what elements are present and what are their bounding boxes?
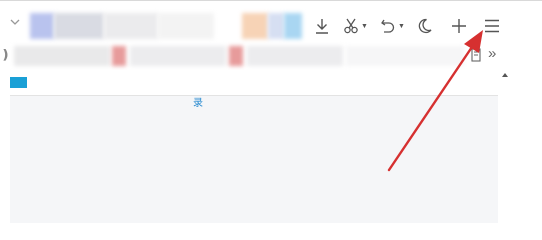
plus-icon[interactable] bbox=[450, 16, 468, 36]
bookmark-edge-icon: ❫ bbox=[0, 47, 11, 62]
page-content: 录 bbox=[10, 70, 513, 223]
chevron-down-icon[interactable] bbox=[8, 15, 22, 29]
download-icon[interactable] bbox=[314, 16, 330, 36]
link-text[interactable]: 录 bbox=[193, 94, 203, 109]
scroll-up-arrow-icon[interactable] bbox=[502, 73, 508, 77]
moon-icon[interactable] bbox=[417, 16, 433, 36]
chevron-down-icon[interactable]: ▼ bbox=[361, 23, 368, 30]
bookmark-icon[interactable] bbox=[471, 48, 481, 67]
blurred-tab-strip bbox=[30, 13, 308, 39]
top-rule bbox=[0, 0, 542, 1]
hamburger-menu-icon[interactable] bbox=[483, 16, 501, 36]
page-header-bar bbox=[10, 70, 498, 96]
browser-toolbar: ▼ ▼ bbox=[0, 10, 542, 40]
undo-icon bbox=[381, 19, 395, 33]
undo-button[interactable]: ▼ bbox=[380, 16, 405, 36]
scrollbar[interactable] bbox=[498, 70, 513, 223]
screenshot-button[interactable]: ▼ bbox=[343, 16, 368, 36]
chevron-down-icon[interactable]: ▼ bbox=[398, 23, 405, 30]
bookmarks-bar: ❫ » bbox=[0, 41, 542, 71]
blue-tab-marker bbox=[10, 77, 27, 88]
scissors-icon bbox=[344, 18, 358, 34]
more-bookmarks-icon[interactable]: » bbox=[488, 45, 496, 62]
